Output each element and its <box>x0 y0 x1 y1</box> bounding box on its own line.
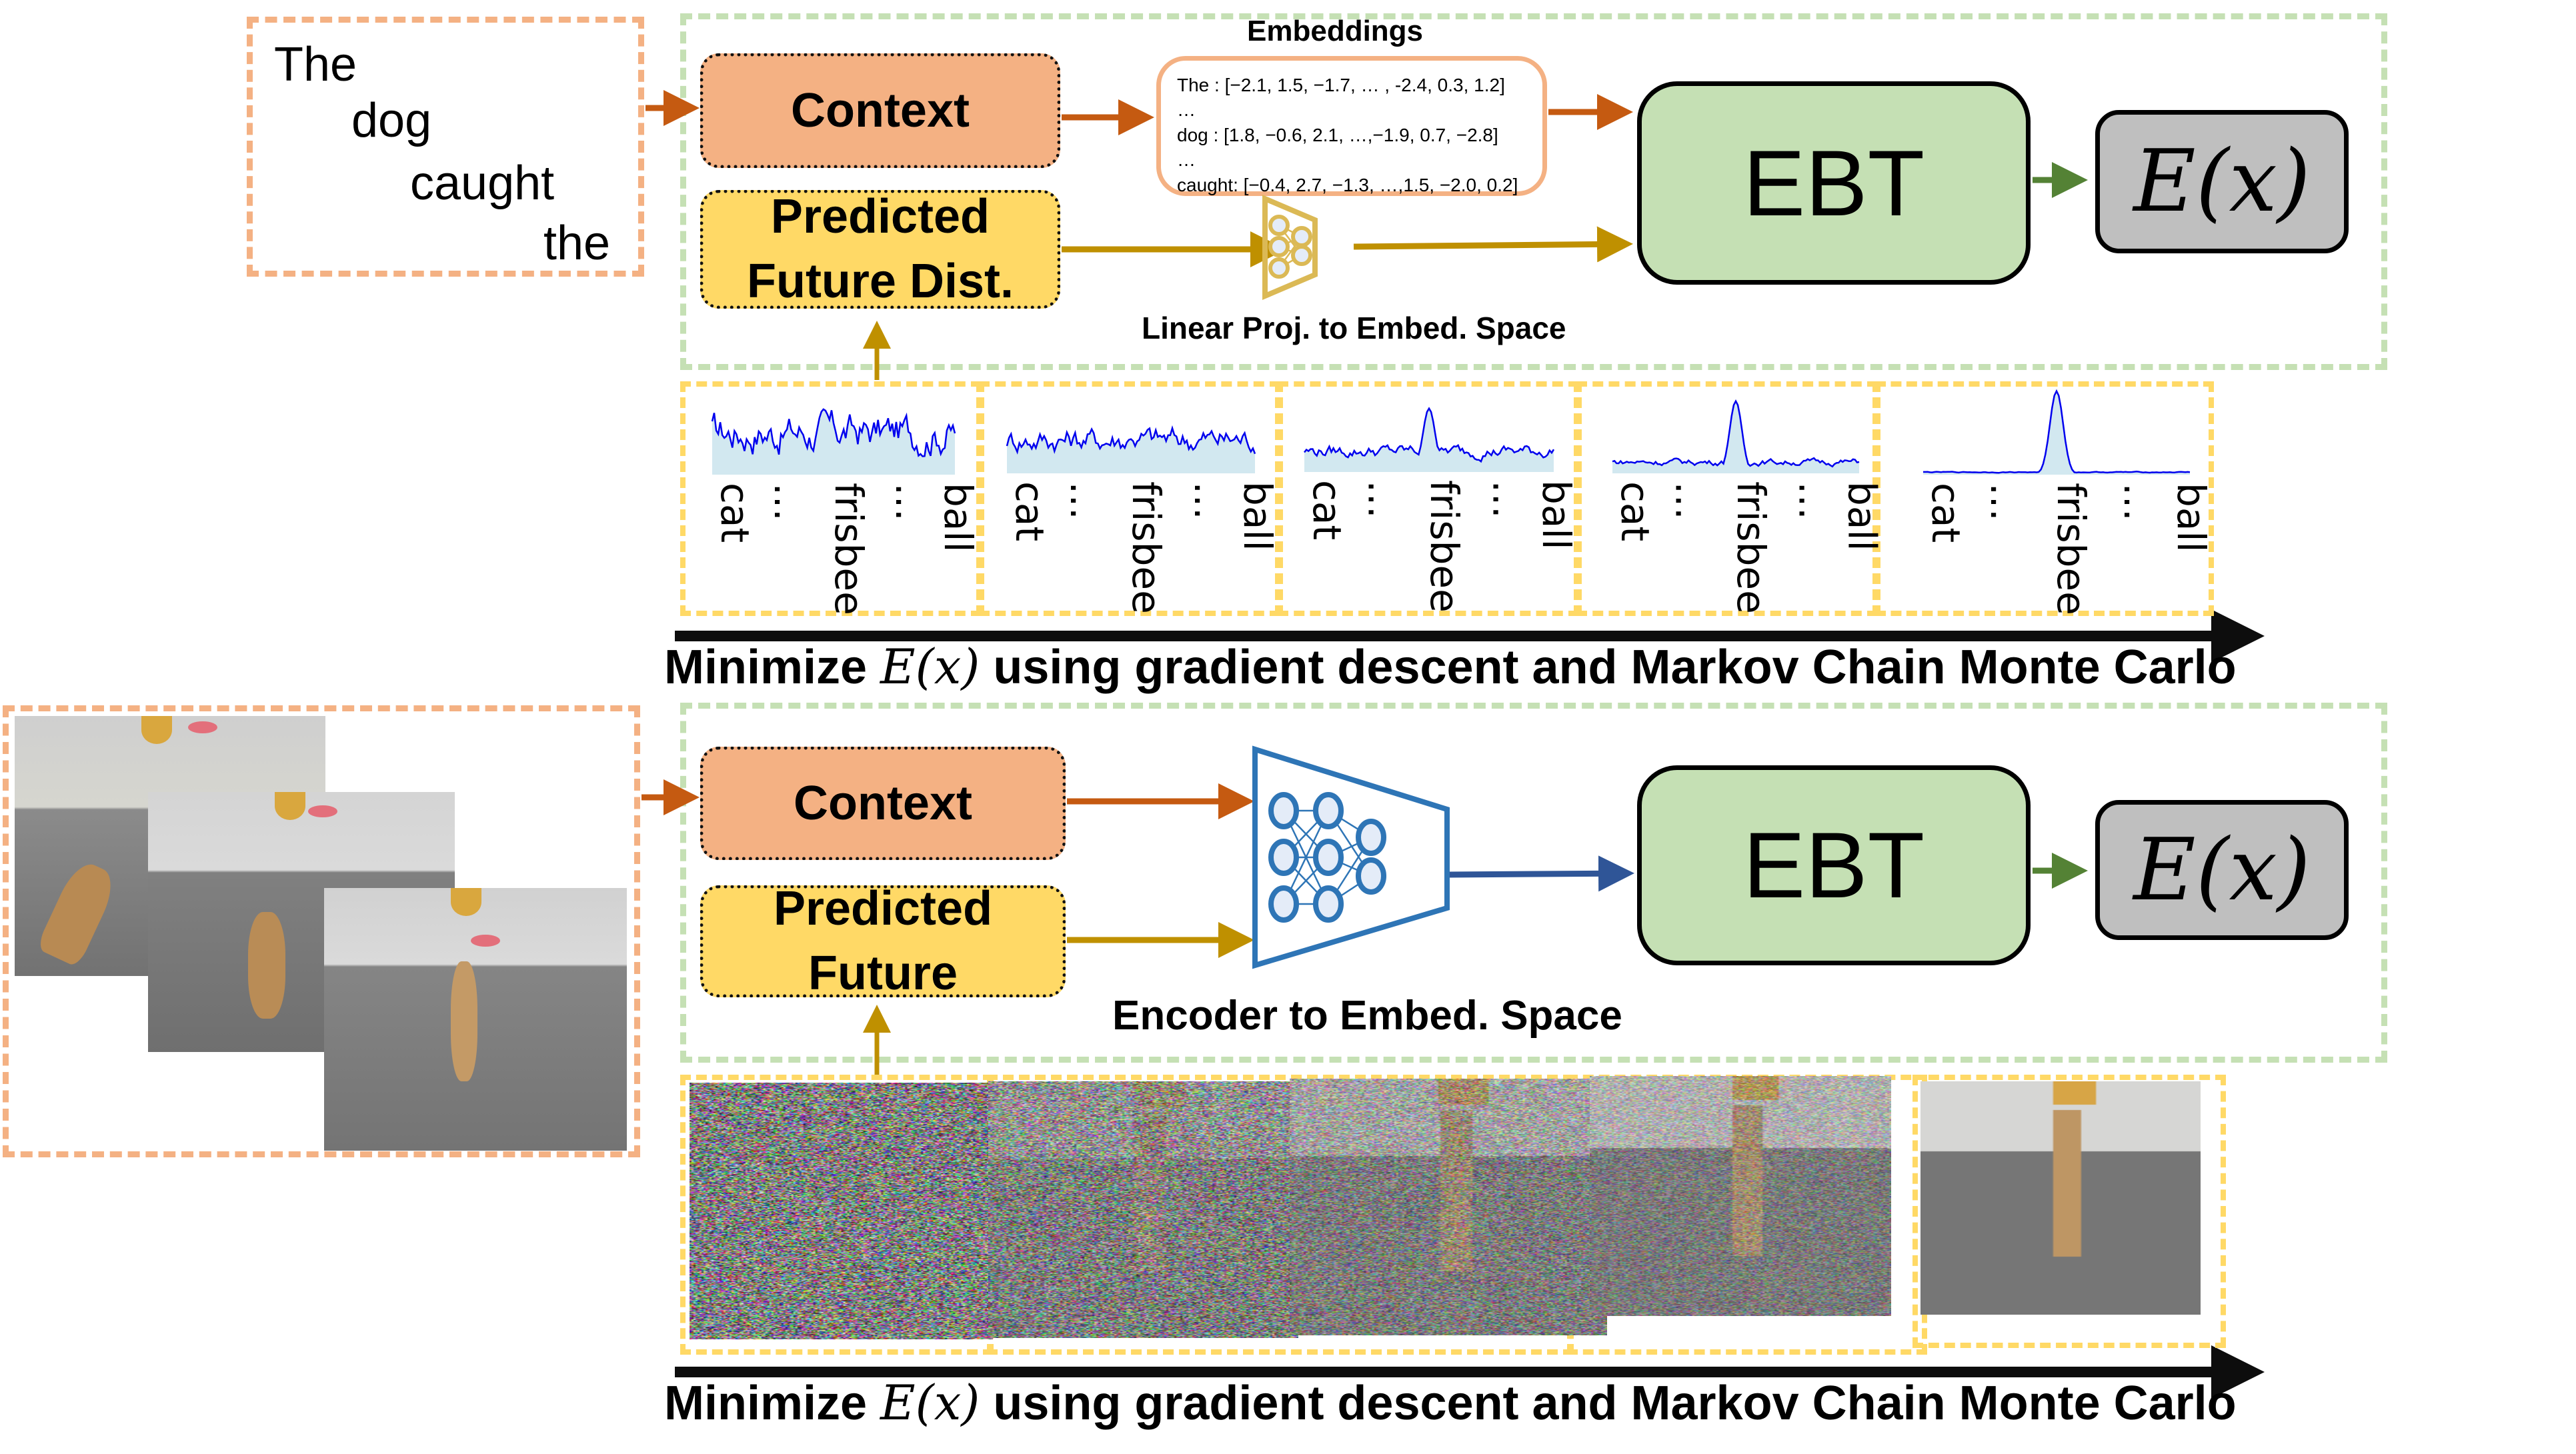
denoise-frame-1 <box>690 1083 993 1339</box>
caption-math: E(x) <box>880 1375 980 1431</box>
arrow-encoder-to-ebt <box>1448 855 1634 892</box>
encoder-icon <box>1252 745 1450 969</box>
denoise-frame-5 <box>1920 1081 2201 1315</box>
denoise-frame-2 <box>988 1081 1298 1338</box>
caption-suffix: using gradient descent and Markov Chain … <box>980 1377 2237 1430</box>
step-caption-bottom: Minimize E(x) using gradient descent and… <box>664 1375 2237 1431</box>
denoise-frame-4 <box>1590 1076 1891 1316</box>
denoise-frame-3 <box>1290 1079 1607 1335</box>
caption-prefix: Minimize <box>664 1377 881 1430</box>
